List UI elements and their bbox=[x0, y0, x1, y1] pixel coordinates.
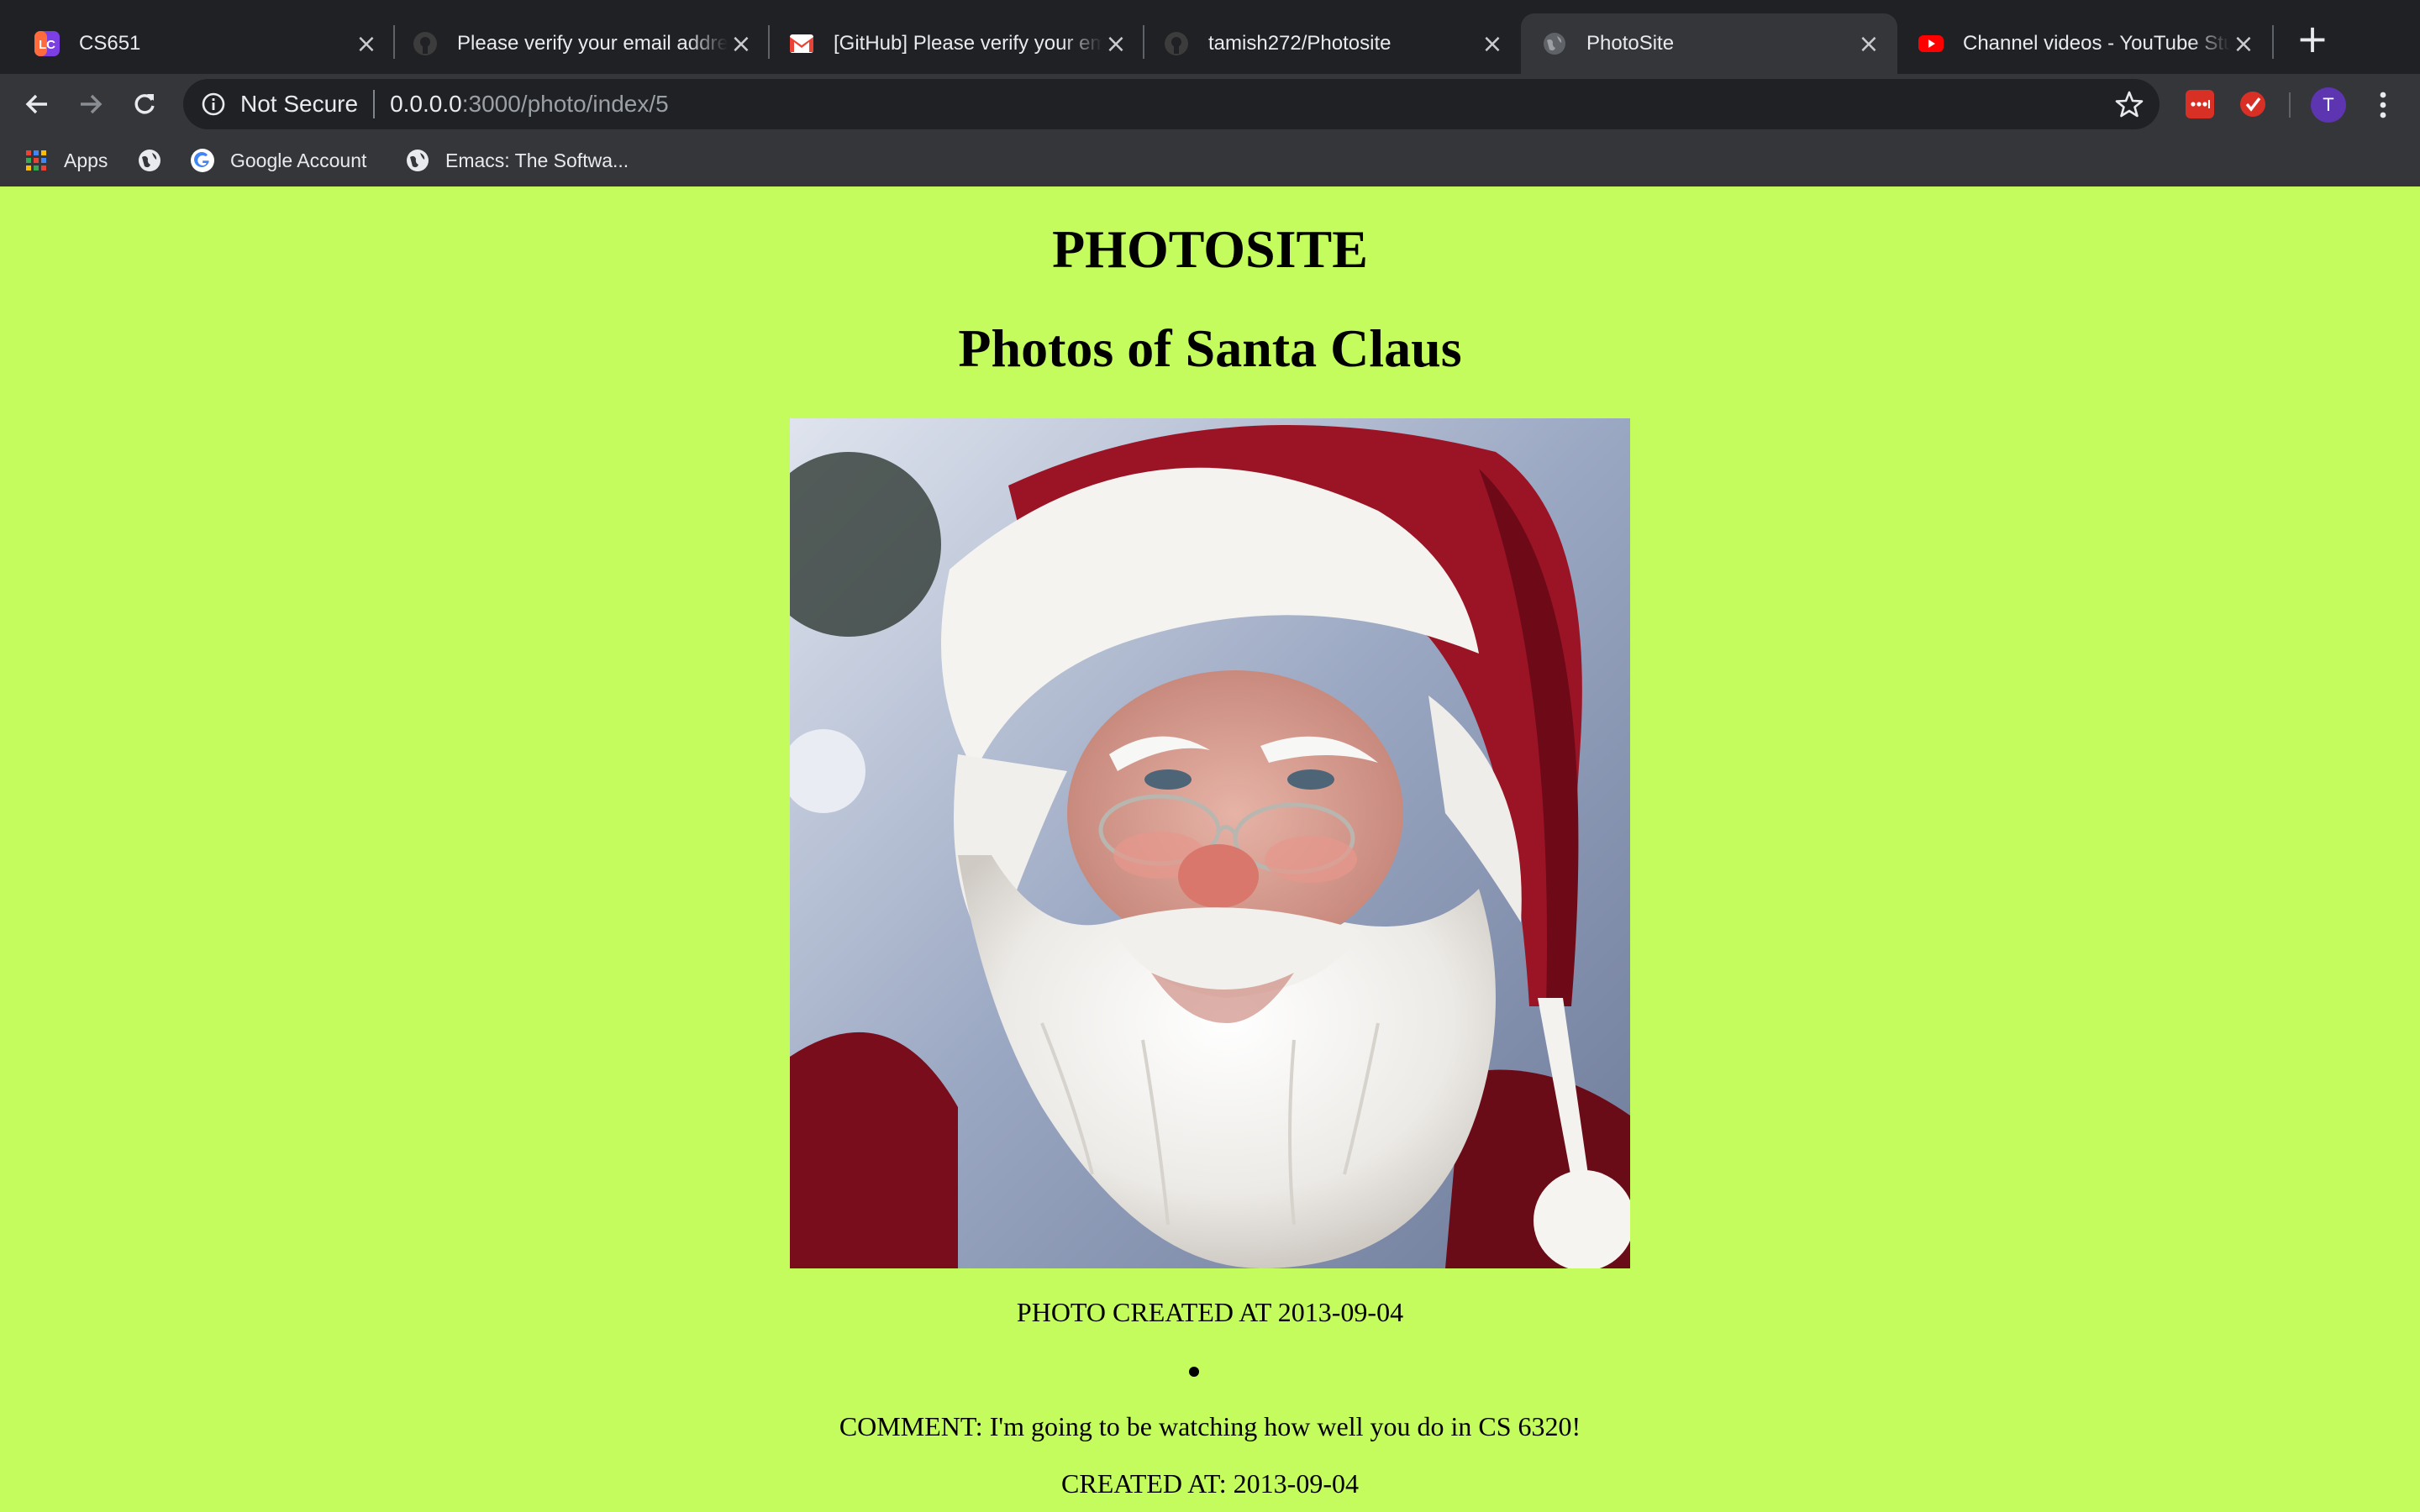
tab-title: Please verify your email address bbox=[457, 32, 728, 55]
forward-button[interactable] bbox=[71, 84, 111, 124]
bookmark-label: Google Account bbox=[230, 149, 367, 171]
bookmark-label: Emacs: The Softwa... bbox=[445, 149, 629, 171]
tab-youtube-studio[interactable]: Channel videos - YouTube Studio × bbox=[1897, 13, 2272, 74]
security-label[interactable]: Not Secure bbox=[240, 91, 358, 118]
tab-photosite-repo[interactable]: tamish272/Photosite × bbox=[1144, 13, 1521, 74]
url-host: 0.0.0.0 bbox=[390, 91, 462, 117]
back-button[interactable] bbox=[17, 84, 57, 124]
lc-app-icon: LC bbox=[34, 30, 60, 57]
site-title: PHOTOSITE bbox=[1052, 219, 1368, 279]
youtube-icon bbox=[1918, 30, 1944, 57]
bookmark-label: Apps bbox=[64, 149, 108, 171]
reload-icon bbox=[134, 94, 155, 114]
photo-created-caption: PHOTO CREATED AT 2013-09-04 bbox=[1016, 1297, 1404, 1327]
evernote-extension-icon[interactable] bbox=[2238, 90, 2267, 118]
bookmark-globe[interactable] bbox=[137, 144, 162, 176]
back-arrow-icon bbox=[25, 94, 47, 114]
url-text[interactable]: 0.0.0.0:3000/photo/index/5 bbox=[390, 91, 669, 118]
address-bar[interactable]: Not Secure 0.0.0.0:3000/photo/index/5 bbox=[183, 79, 2160, 129]
tab-close-icon[interactable]: × bbox=[1855, 29, 1882, 59]
tab-close-icon[interactable]: × bbox=[353, 29, 380, 59]
tab-title: CS651 bbox=[79, 32, 141, 55]
google-icon bbox=[190, 148, 215, 173]
comment-created-at: CREATED AT: 2013-09-04 bbox=[1061, 1468, 1359, 1499]
bookmark-apps[interactable]: Apps bbox=[24, 144, 108, 176]
url-path: :3000/photo/index/5 bbox=[461, 91, 669, 117]
browser-toolbar: Not Secure 0.0.0.0:3000/photo/index/5 T bbox=[0, 74, 2420, 134]
tab-cs651[interactable]: LC CS651 × bbox=[0, 13, 395, 74]
tab-close-icon[interactable]: × bbox=[1479, 29, 1506, 59]
tab-close-icon[interactable]: × bbox=[2230, 29, 2257, 59]
tab-strip: LC CS651 × Please verify your email addr… bbox=[0, 0, 2420, 74]
profile-avatar[interactable]: T bbox=[2311, 87, 2346, 123]
gmail-icon bbox=[788, 30, 815, 57]
new-tab-button[interactable]: + bbox=[2296, 19, 2329, 58]
tab-title: tamish272/Photosite bbox=[1208, 32, 1392, 55]
lastpass-extension-icon[interactable] bbox=[2186, 90, 2214, 118]
tab-title: PhotoSite bbox=[1586, 32, 1675, 55]
reload-button[interactable] bbox=[124, 84, 165, 124]
list-bullet bbox=[1189, 1367, 1199, 1377]
tab-close-icon[interactable]: × bbox=[1102, 29, 1129, 59]
santa-photo bbox=[790, 418, 1630, 1268]
page-content: PHOTOSITE Photos of Santa Claus PHOTO CR… bbox=[0, 186, 2420, 1512]
globe-icon bbox=[405, 148, 430, 173]
page-heading: Photos of Santa Claus bbox=[958, 318, 1462, 378]
bookmark-emacs[interactable]: Emacs: The Softwa... bbox=[405, 144, 629, 176]
tab-photosite[interactable]: PhotoSite × bbox=[1521, 13, 1897, 74]
tab-close-icon[interactable]: × bbox=[728, 29, 755, 59]
bookmark-star-icon[interactable] bbox=[2114, 89, 2144, 119]
tab-github-verify-email[interactable]: [GitHub] Please verify your email × bbox=[770, 13, 1144, 74]
info-icon[interactable] bbox=[200, 91, 227, 118]
globe-icon bbox=[1541, 30, 1568, 57]
address-divider bbox=[373, 90, 376, 118]
github-icon bbox=[412, 30, 439, 57]
apps-grid-icon bbox=[24, 148, 49, 173]
github-icon bbox=[1163, 30, 1190, 57]
tab-verify-email[interactable]: Please verify your email address × bbox=[395, 13, 770, 74]
menu-kebab-icon[interactable] bbox=[2373, 87, 2393, 123]
tab-title: Channel videos - YouTube Studio bbox=[1963, 32, 2230, 55]
tab-title: [GitHub] Please verify your email bbox=[834, 32, 1102, 55]
bookmark-google-account[interactable]: Google Account bbox=[190, 144, 366, 176]
bookmarks-bar: Apps Google Account Emacs: The Softwa... bbox=[0, 134, 2420, 186]
globe-icon bbox=[137, 148, 162, 173]
toolbar-divider bbox=[2289, 92, 2291, 118]
forward-arrow-icon bbox=[81, 94, 103, 114]
svg-text:LC: LC bbox=[39, 38, 55, 52]
tab-divider bbox=[2272, 25, 2274, 59]
comment-text: COMMENT: I'm going to be watching how we… bbox=[839, 1411, 1581, 1441]
